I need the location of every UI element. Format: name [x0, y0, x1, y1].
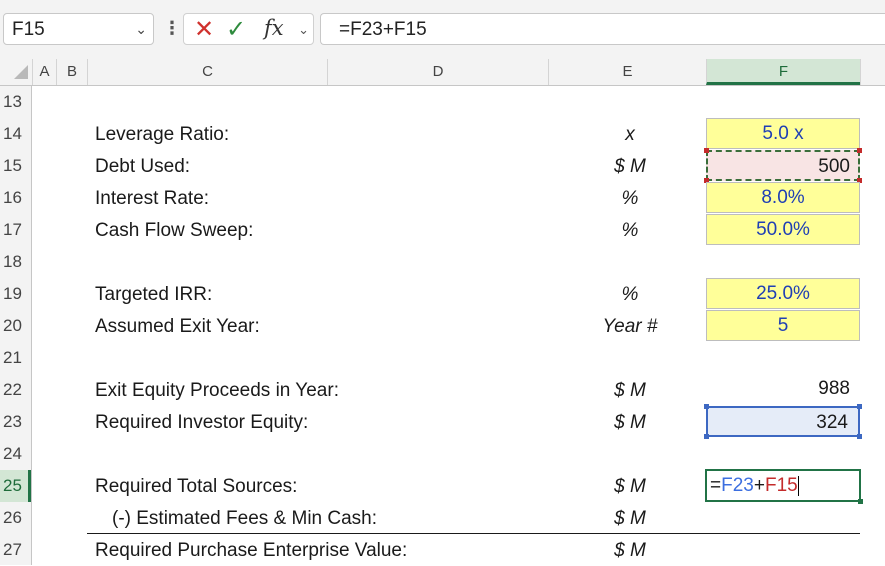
cell-exit-equity-proceeds[interactable]: 988	[706, 374, 860, 405]
unit-cash-flow-sweep[interactable]: %	[555, 220, 705, 242]
label-exit-equity-proceeds[interactable]: Exit Equity Proceeds in Year:	[95, 380, 339, 402]
total-border-line	[87, 533, 860, 534]
unit-interest-rate[interactable]: %	[555, 188, 705, 210]
text-caret	[797, 475, 799, 496]
column-header-b[interactable]: B	[56, 59, 87, 85]
cell-value: 8.0%	[761, 187, 805, 208]
cell-assumed-exit-year[interactable]: 5	[706, 310, 860, 341]
cell-required-investor-equity[interactable]: 324	[704, 404, 862, 439]
name-box[interactable]: F15 ⌄	[3, 13, 154, 45]
name-box-value: F15	[12, 19, 45, 40]
cell-value: 5	[777, 315, 789, 336]
column-header: A B C D E F	[0, 59, 885, 86]
label-required-purchase-ev[interactable]: Required Purchase Enterprise Value:	[95, 540, 407, 562]
chevron-down-icon[interactable]: ⌄	[135, 21, 147, 38]
cell-debt-used[interactable]: 500	[704, 148, 862, 183]
more-options-icon[interactable]: ⋮	[163, 18, 181, 39]
select-all-corner[interactable]	[0, 59, 32, 85]
range-handle[interactable]	[704, 434, 709, 439]
cell-leverage-ratio[interactable]: 5.0 x	[706, 118, 860, 149]
cell-targeted-irr[interactable]: 25.0%	[706, 278, 860, 309]
column-header-f[interactable]: F	[706, 59, 860, 85]
row-header-13[interactable]: 13	[0, 86, 31, 118]
unit-targeted-irr[interactable]: %	[555, 284, 705, 306]
row-header-14[interactable]: 14	[0, 118, 31, 150]
row-header-18[interactable]: 18	[0, 246, 31, 278]
range-handle[interactable]	[704, 148, 709, 153]
column-header-e[interactable]: E	[548, 59, 706, 85]
row-header-19[interactable]: 19	[0, 278, 31, 310]
unit-exit-equity-proceeds[interactable]: $ M	[555, 380, 705, 402]
row-header: 13 14 15 16 17 18 19 20 21 22 23 24 25 2…	[0, 86, 32, 565]
unit-required-investor-equity[interactable]: $ M	[555, 412, 705, 434]
cell-value: 50.0%	[756, 219, 810, 240]
row-header-26[interactable]: 26	[0, 502, 31, 534]
fill-handle[interactable]	[858, 499, 863, 504]
label-debt-used[interactable]: Debt Used:	[95, 156, 190, 178]
formula-equals: =	[710, 475, 722, 496]
row-header-27[interactable]: 27	[0, 534, 31, 566]
cell-value: 25.0%	[756, 283, 810, 304]
formula-input[interactable]: =F23+F15	[320, 13, 885, 45]
cell-formula[interactable]: =F23+F15	[710, 475, 799, 497]
active-cell-editor[interactable]: =F23+F15	[705, 469, 863, 504]
row-header-24[interactable]: 24	[0, 438, 31, 470]
row-header-22[interactable]: 22	[0, 374, 31, 406]
column-header-a[interactable]: A	[32, 59, 56, 85]
row-header-20[interactable]: 20	[0, 310, 31, 342]
cell-interest-rate[interactable]: 8.0%	[706, 182, 860, 213]
row-header-16[interactable]: 16	[0, 182, 31, 214]
row-header-15[interactable]: 15	[0, 150, 31, 182]
label-targeted-irr[interactable]: Targeted IRR:	[95, 284, 212, 306]
cell-value: 324	[816, 412, 848, 433]
range-handle[interactable]	[857, 434, 862, 439]
unit-debt-used[interactable]: $ M	[555, 156, 705, 178]
cell-value: 5.0 x	[762, 123, 804, 144]
range-handle[interactable]	[857, 148, 862, 153]
label-required-investor-equity[interactable]: Required Investor Equity:	[95, 412, 308, 434]
enter-check-icon[interactable]: ✓	[226, 15, 246, 44]
row-header-23[interactable]: 23	[0, 406, 31, 438]
formula-tools: ✕ ✓ fx ⌄	[183, 13, 314, 45]
range-handle[interactable]	[704, 404, 709, 409]
cancel-icon[interactable]: ✕	[194, 15, 214, 44]
unit-required-purchase-ev[interactable]: $ M	[555, 540, 705, 562]
unit-required-total-sources[interactable]: $ M	[555, 476, 705, 498]
label-assumed-exit-year[interactable]: Assumed Exit Year:	[95, 316, 260, 338]
cell-cash-flow-sweep[interactable]: 50.0%	[706, 214, 860, 245]
label-leverage-ratio[interactable]: Leverage Ratio:	[95, 124, 229, 146]
range-handle[interactable]	[857, 404, 862, 409]
row-header-25[interactable]: 25	[0, 470, 31, 502]
cell-value: 500	[818, 156, 850, 177]
insert-function-icon[interactable]: fx	[264, 16, 284, 40]
column-header-c[interactable]: C	[87, 59, 327, 85]
formula-ref-f23[interactable]: F23	[721, 475, 754, 496]
label-cash-flow-sweep[interactable]: Cash Flow Sweep:	[95, 220, 253, 242]
column-header-g[interactable]	[860, 59, 885, 85]
formula-text: =F23+F15	[339, 19, 427, 40]
column-header-d[interactable]: D	[327, 59, 548, 85]
formula-plus: +	[753, 475, 765, 496]
chevron-down-icon[interactable]: ⌄	[298, 22, 309, 38]
unit-leverage-ratio[interactable]: x	[555, 124, 705, 146]
label-interest-rate[interactable]: Interest Rate:	[95, 188, 209, 210]
label-required-total-sources[interactable]: Required Total Sources:	[95, 476, 297, 498]
unit-estimated-fees-min-cash[interactable]: $ M	[555, 508, 705, 530]
label-estimated-fees-min-cash[interactable]: (-) Estimated Fees & Min Cash:	[112, 508, 377, 530]
cell-value: 988	[818, 378, 850, 399]
formula-bar: F15 ⌄ ⋮ ✕ ✓ fx ⌄ =F23+F15	[0, 0, 885, 59]
formula-ref-f15[interactable]: F15	[765, 475, 798, 496]
unit-assumed-exit-year[interactable]: Year #	[555, 316, 705, 338]
row-header-21[interactable]: 21	[0, 342, 31, 374]
row-header-17[interactable]: 17	[0, 214, 31, 246]
